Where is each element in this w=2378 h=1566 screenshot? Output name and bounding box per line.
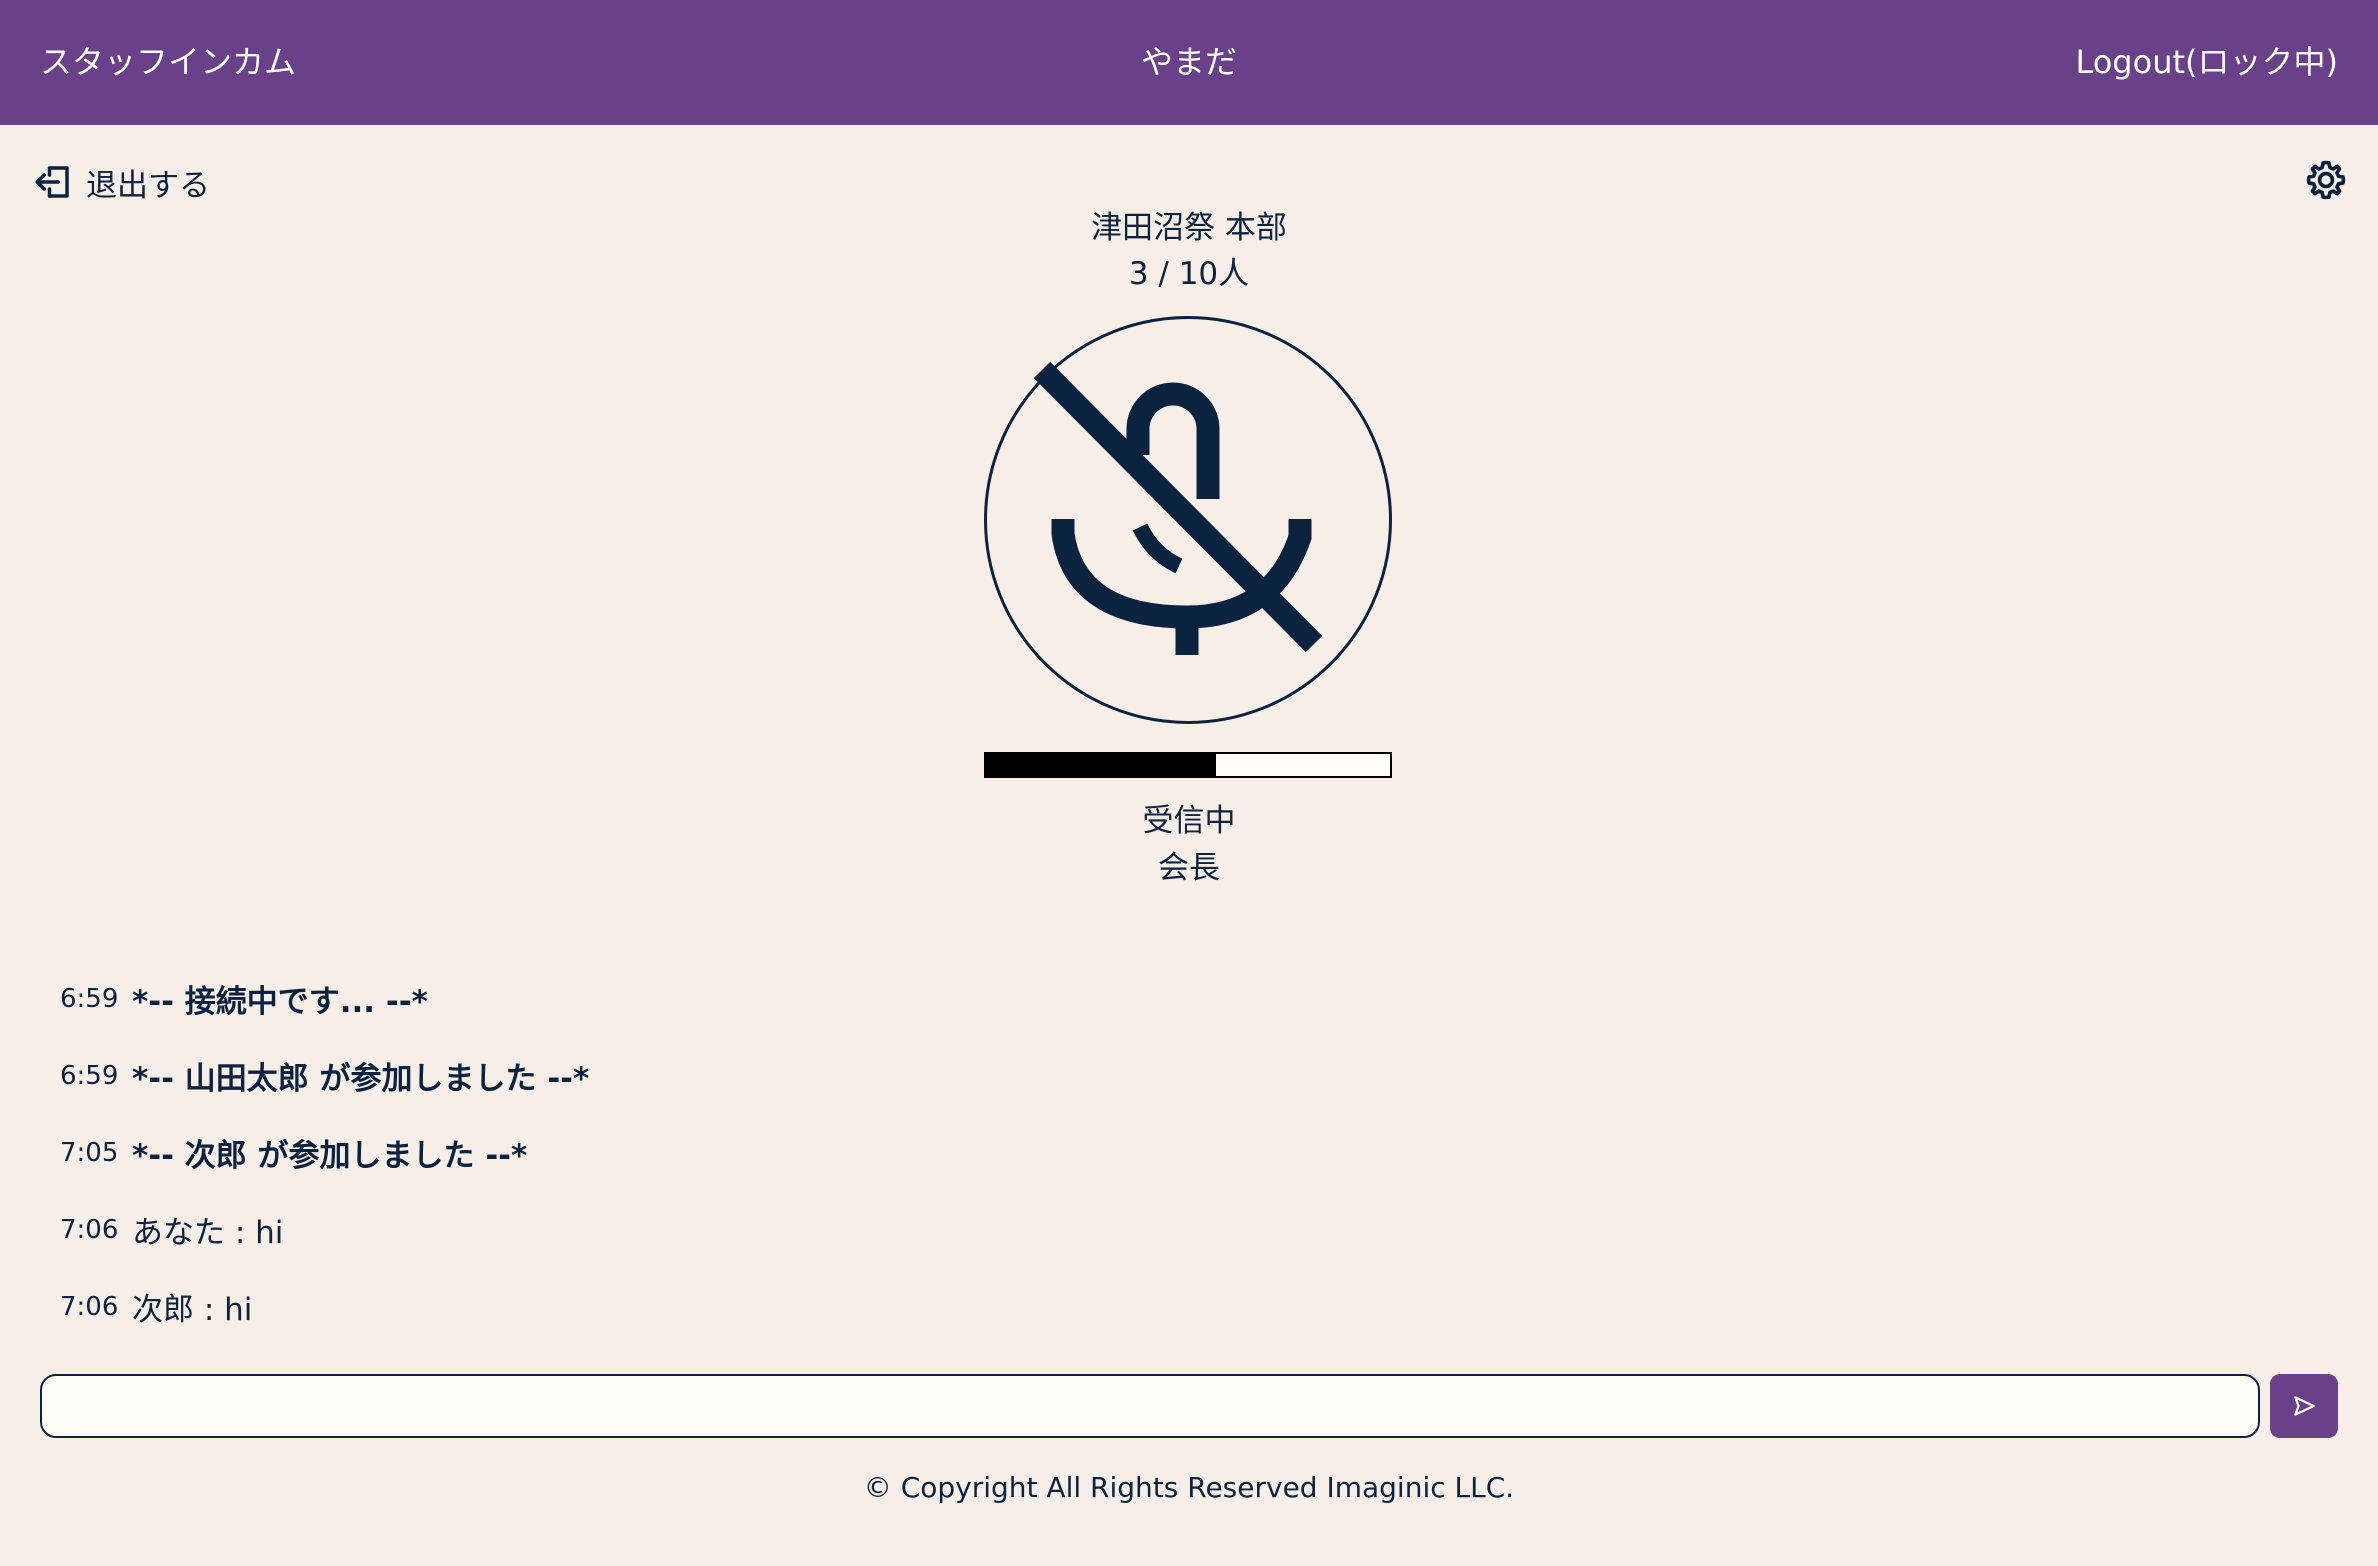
settings-button[interactable] <box>2304 158 2348 202</box>
message-time: 6:59 <box>60 983 119 1014</box>
system-message: 6:59 *-- 山田太郎 が参加しました --* <box>60 1037 2260 1114</box>
message-time: 7:05 <box>60 1137 119 1168</box>
exit-room-label: 退出する <box>86 167 210 204</box>
gear-icon <box>2306 160 2346 200</box>
room-member-count: 3 / 10人 <box>1128 256 1250 292</box>
chat-input[interactable] <box>40 1374 2260 1438</box>
message-time: 7:06 <box>60 1291 119 1322</box>
mic-off-icon <box>1033 361 1323 655</box>
audio-level-fill <box>986 754 1217 776</box>
exit-icon <box>35 166 69 198</box>
logout-button[interactable]: Logout(ロック中) <box>2075 0 2338 125</box>
message-text: 次郎 : hi <box>132 1292 253 1328</box>
user-name: やまだ <box>1140 43 1237 81</box>
message-text: *-- 接続中です... --* <box>132 984 428 1020</box>
message-time: 7:06 <box>60 1214 119 1245</box>
mic-toggle-button[interactable] <box>984 316 1392 724</box>
message-time: 6:59 <box>60 1060 119 1091</box>
chat-message: 7:06 あなた : hi <box>60 1191 2260 1268</box>
send-button[interactable] <box>2270 1374 2338 1438</box>
footer-copyright: © Copyright All Rights Reserved Imaginic… <box>863 1471 1515 1504</box>
message-text: あなた : hi <box>132 1215 284 1251</box>
room-name: 津田沼祭 本部 <box>1091 210 1287 246</box>
message-log: 6:59 *-- 接続中です... --* 6:59 *-- 山田太郎 が参加しました… <box>60 960 2260 1345</box>
message-text: *-- 次郎 が参加しました --* <box>132 1138 528 1174</box>
audio-level-meter <box>984 752 1392 778</box>
system-message: 7:05 *-- 次郎 が参加しました --* <box>60 1114 2260 1191</box>
exit-room-button[interactable]: 退出する <box>32 158 210 206</box>
current-speaker: 会長 <box>1158 850 1220 886</box>
app-header: スタッフインカム やまだ Logout(ロック中) <box>0 0 2378 125</box>
app-title: スタッフインカム <box>40 43 297 81</box>
message-text: *-- 山田太郎 が参加しました --* <box>132 1061 590 1097</box>
chat-message: 7:06 次郎 : hi <box>60 1268 2260 1345</box>
system-message: 6:59 *-- 接続中です... --* <box>60 960 2260 1037</box>
connection-status: 受信中 <box>1142 803 1236 839</box>
send-icon <box>2294 1396 2315 1416</box>
